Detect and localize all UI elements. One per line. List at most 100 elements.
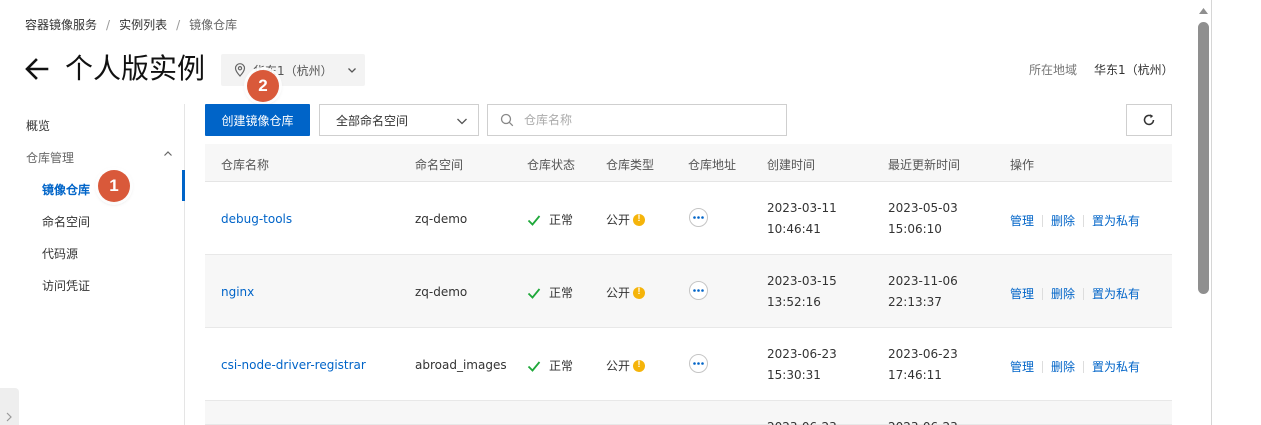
location-label: 所在地域 [1029, 63, 1078, 77]
repo-created-time: 2023-06-23 15:30:31 [767, 344, 837, 386]
created-date: 2023-03-11 [767, 201, 837, 215]
column-header-name: 仓库名称 [221, 158, 270, 172]
page-title: 个人版实例 [65, 52, 206, 85]
sidebar-item-namespace[interactable]: 命名空间 [42, 213, 90, 230]
created-date: 2023-06-23 [767, 347, 837, 361]
map-pin-icon [234, 63, 246, 77]
repo-address-button[interactable] [689, 281, 708, 300]
delete-link[interactable]: 删除 [1051, 358, 1075, 375]
row-actions: 管理 删除 置为私有 [1010, 358, 1140, 375]
chevron-right-icon [6, 412, 12, 422]
sidebar-item-image-repo[interactable]: 镜像仓库 [42, 181, 90, 198]
region-select[interactable]: 华东1（杭州） [221, 54, 365, 86]
repo-updated-time: 2023-06-23 17:46:11 [888, 344, 958, 386]
row-actions: 管理 删除 置为私有 [1010, 212, 1140, 229]
repo-name-link[interactable]: debug-tools [221, 212, 292, 226]
location-value: 华东1（杭州） [1094, 63, 1174, 77]
created-clock: 15:30:31 [767, 368, 821, 382]
delete-link[interactable]: 删除 [1051, 212, 1075, 229]
arrow-left-icon[interactable] [24, 56, 50, 82]
repo-name-link[interactable]: nginx [221, 285, 254, 299]
column-header-type: 仓库类型 [606, 158, 655, 172]
repo-namespace: zq-demo [415, 285, 468, 299]
repo-status-text: 正常 [549, 359, 574, 373]
repo-name-link[interactable]: csi-node-driver-registrar [221, 358, 366, 372]
created-clock: 10:46:41 [767, 222, 821, 236]
repo-namespace: zq-demo [415, 212, 468, 226]
more-dots-icon [693, 289, 704, 292]
column-header-updated: 最近更新时间 [888, 158, 961, 172]
repo-created-time: 2023-03-15 13:52:16 [767, 271, 837, 313]
repo-updated-time: 2023-05-03 15:06:10 [888, 198, 958, 240]
manage-link[interactable]: 管理 [1010, 212, 1034, 229]
repo-updated-time: 2023-06-23 [888, 417, 958, 425]
repo-address-button[interactable] [689, 208, 708, 227]
search-input[interactable] [524, 113, 764, 127]
manage-link[interactable]: 管理 [1010, 358, 1034, 375]
create-repo-button[interactable]: 创建镜像仓库 [205, 104, 310, 136]
action-divider [1083, 214, 1085, 227]
more-dots-icon [693, 362, 704, 365]
warning-icon[interactable] [633, 213, 646, 226]
sidebar-collapse-handle[interactable] [0, 388, 19, 425]
warning-icon[interactable] [633, 359, 646, 372]
sidebar-group-repo-management[interactable]: 仓库管理 [26, 149, 74, 166]
check-icon [527, 214, 541, 226]
refresh-button[interactable] [1126, 104, 1172, 136]
chevron-up-icon[interactable] [162, 148, 174, 160]
repo-type-text: 公开 [606, 359, 631, 373]
sidebar-item-overview[interactable]: 概览 [26, 117, 50, 134]
scrollbar-thumb[interactable] [1198, 22, 1209, 294]
namespace-select-value: 全部命名空间 [336, 113, 409, 128]
updated-clock: 15:06:10 [888, 222, 942, 236]
sidebar-active-indicator [182, 170, 185, 201]
repo-created-time: 2023-06-23 [767, 417, 837, 425]
breadcrumb-separator: / [106, 17, 111, 32]
updated-date: 2023-11-06 [888, 274, 958, 288]
sidebar-item-access-credential[interactable]: 访问凭证 [42, 277, 90, 294]
column-header-status: 仓库状态 [527, 158, 576, 172]
make-private-link[interactable]: 置为私有 [1092, 358, 1140, 375]
check-icon [527, 287, 541, 299]
namespace-select[interactable]: 全部命名空间 [319, 104, 479, 136]
breadcrumb-separator: / [176, 17, 181, 32]
search-icon [500, 113, 514, 127]
repo-updated-time: 2023-11-06 22:13:37 [888, 271, 958, 313]
search-box[interactable] [487, 104, 787, 136]
repo-namespace: abroad_images [415, 358, 507, 372]
column-header-created: 创建时间 [767, 158, 816, 172]
repo-status-text: 正常 [549, 286, 574, 300]
action-divider [1042, 287, 1044, 300]
action-divider [1042, 360, 1044, 373]
row-actions: 管理 删除 置为私有 [1010, 285, 1140, 302]
column-header-actions: 操作 [1010, 158, 1035, 172]
make-private-link[interactable]: 置为私有 [1092, 285, 1140, 302]
repo-address-button[interactable] [689, 354, 708, 373]
repo-status: 正常 [527, 357, 573, 374]
warning-icon[interactable] [633, 286, 646, 299]
repo-type: 公开 [606, 284, 646, 301]
step-badge-1: 1 [98, 170, 130, 202]
sidebar-divider [184, 104, 185, 425]
manage-link[interactable]: 管理 [1010, 285, 1034, 302]
updated-date: 2023-05-03 [888, 201, 958, 215]
action-divider [1042, 214, 1044, 227]
repo-status: 正常 [527, 211, 573, 228]
more-dots-icon [693, 216, 704, 219]
repo-status: 正常 [527, 284, 573, 301]
sidebar-item-code-source[interactable]: 代码源 [42, 245, 78, 262]
breadcrumb-item-service[interactable]: 容器镜像服务 [25, 16, 97, 33]
check-icon [527, 360, 541, 372]
make-private-link[interactable]: 置为私有 [1092, 212, 1140, 229]
updated-date: 2023-06-23 [888, 417, 958, 425]
step-badge-2: 2 [247, 70, 279, 102]
created-clock: 13:52:16 [767, 295, 821, 309]
updated-clock: 17:46:11 [888, 368, 942, 382]
breadcrumb: 容器镜像服务 / 实例列表 / 镜像仓库 [25, 16, 237, 33]
repo-type-text: 公开 [606, 286, 631, 300]
scroll-up-arrow-icon[interactable] [1198, 7, 1209, 15]
delete-link[interactable]: 删除 [1051, 285, 1075, 302]
repo-created-time: 2023-03-11 10:46:41 [767, 198, 837, 240]
chevron-down-icon [347, 68, 356, 73]
breadcrumb-item-instances[interactable]: 实例列表 [119, 16, 167, 33]
